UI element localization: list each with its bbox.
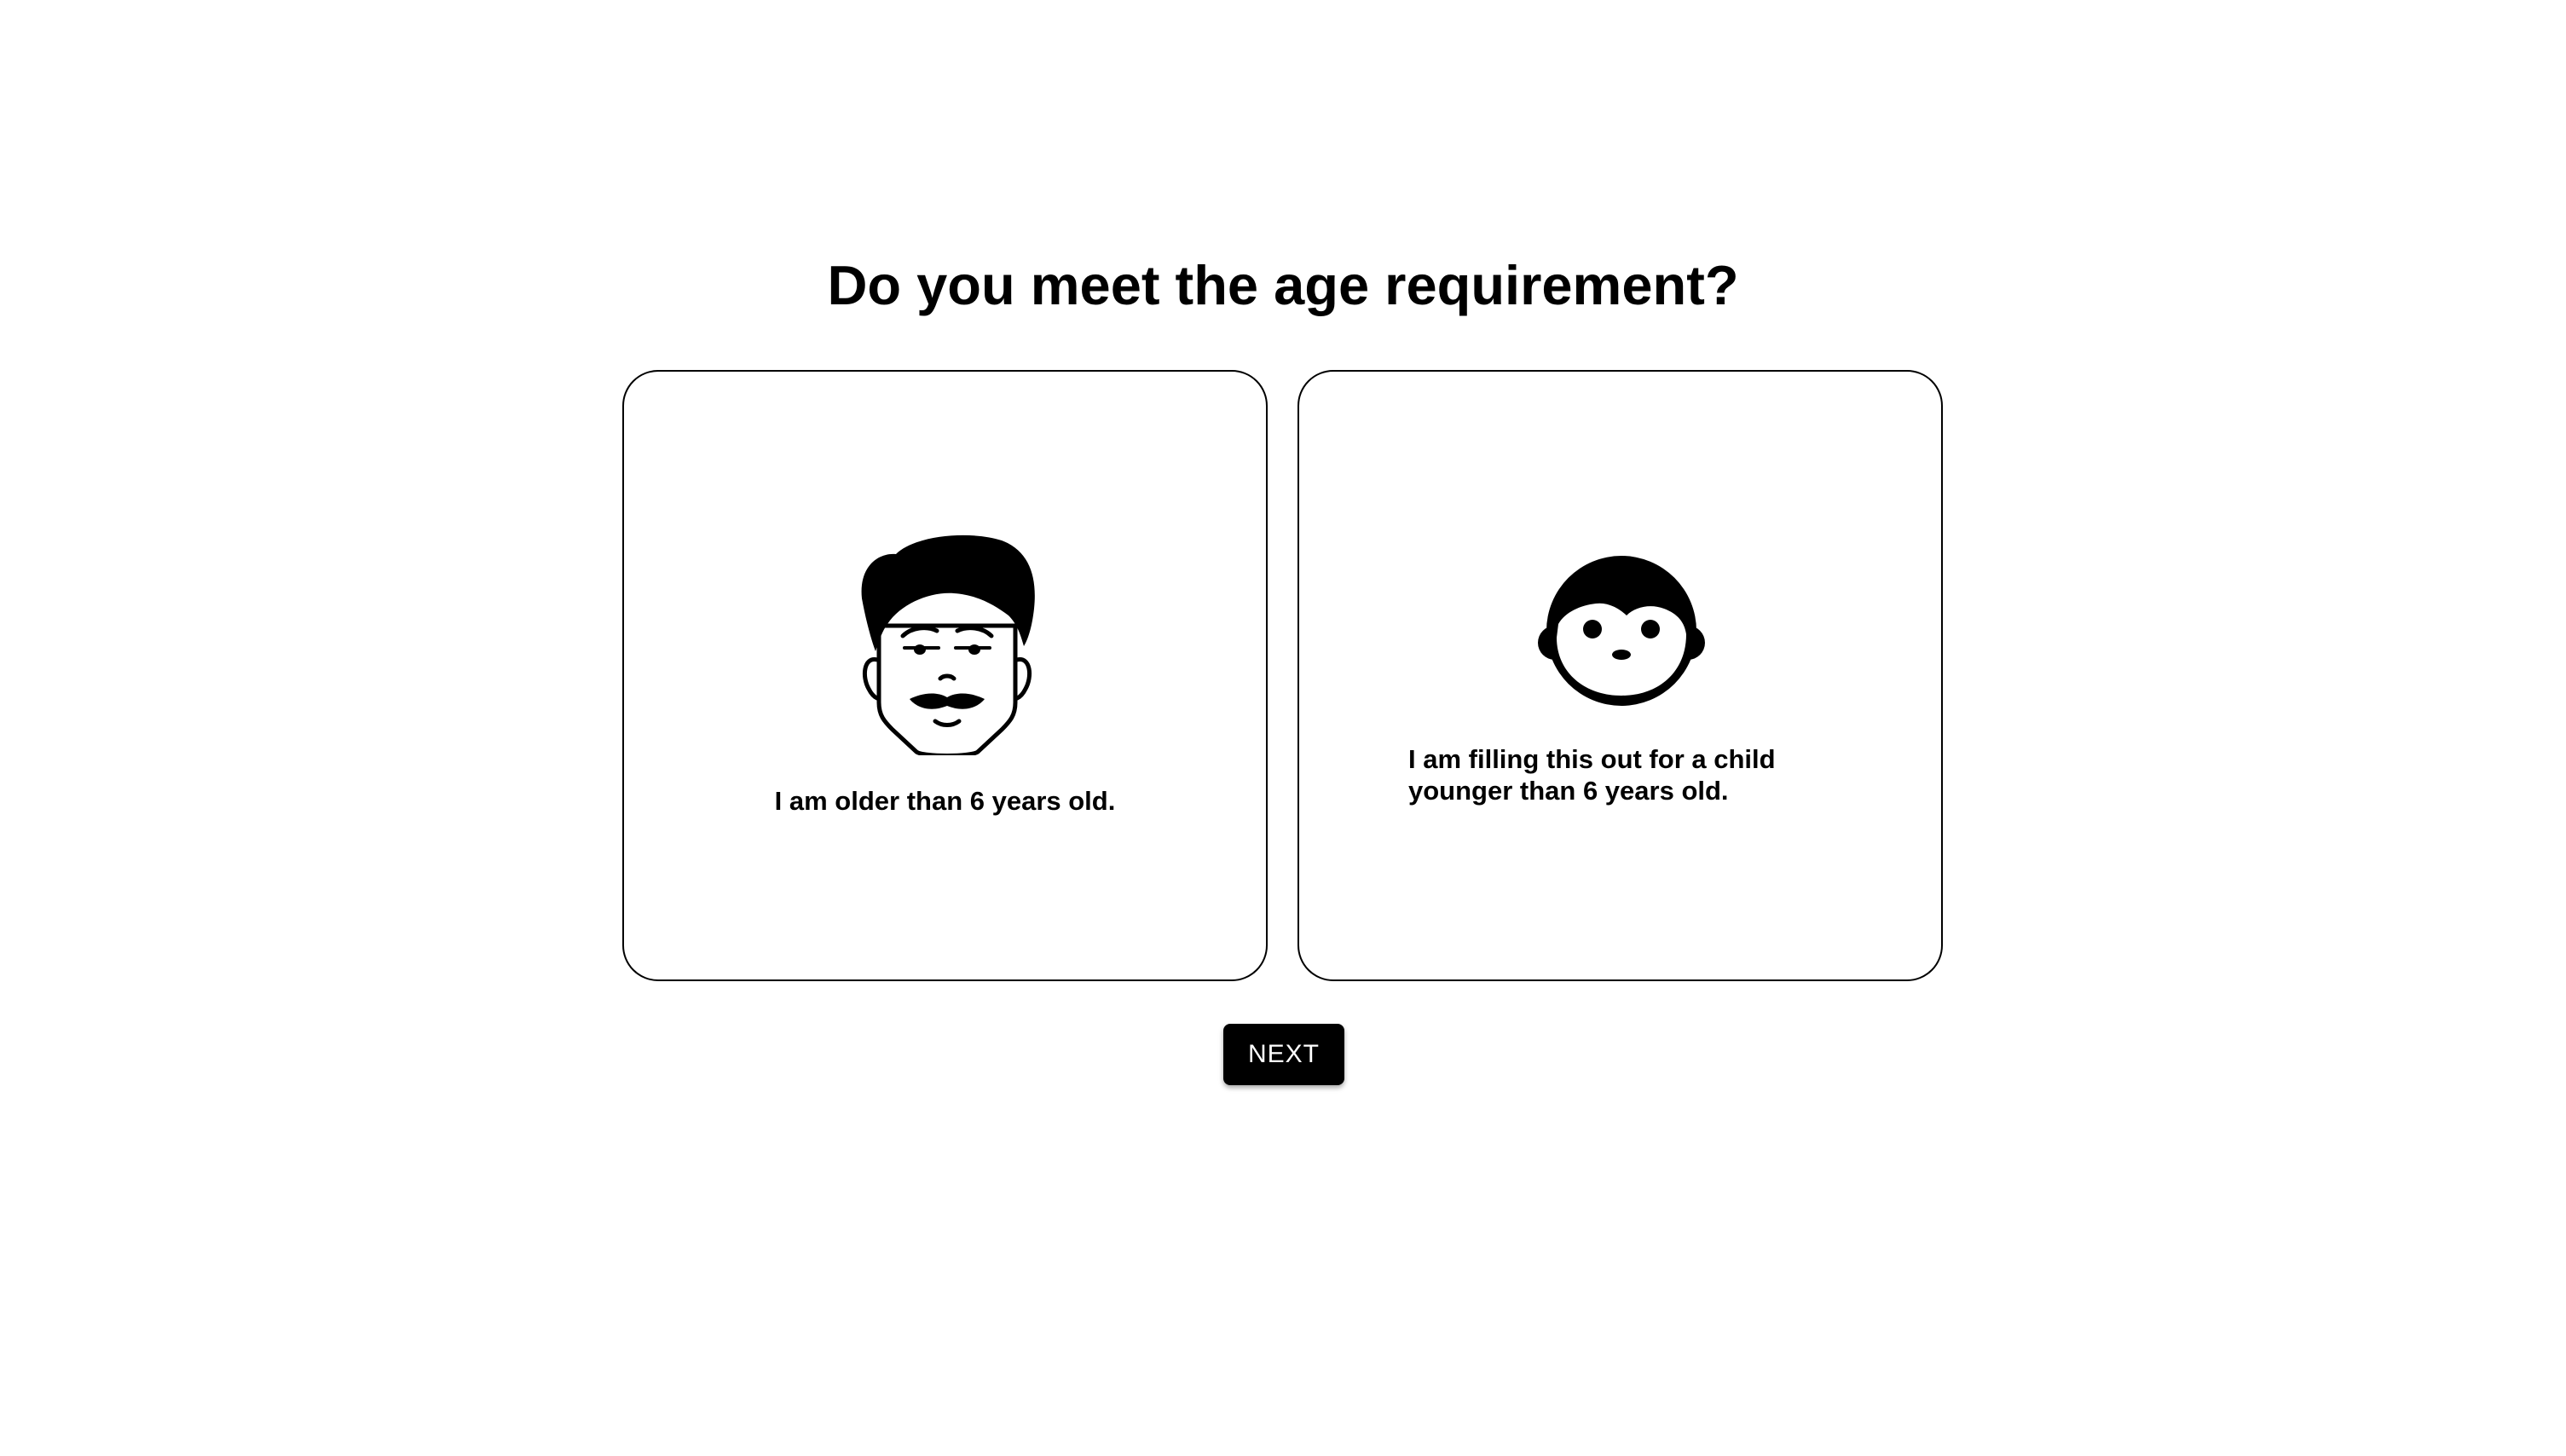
- next-button[interactable]: NEXT: [1223, 1024, 1344, 1085]
- option-label-older: I am older than 6 years old.: [774, 786, 1116, 816]
- option-card-older-than-6[interactable]: I am older than 6 years old.: [622, 370, 1268, 981]
- option-label-younger-line1: I am filling this out for a child: [1408, 744, 1776, 774]
- option-card-younger-than-6[interactable]: I am filling this out for a child younge…: [1297, 370, 1943, 981]
- option-label-younger-line2: younger than 6 years old.: [1408, 776, 1729, 806]
- age-requirement-page: Do you meet the age requirement? I am ol…: [0, 0, 2566, 1456]
- option-label-younger: I am filling this out for a child younge…: [1408, 743, 1886, 806]
- adult-face-icon: [861, 534, 1035, 755]
- page-title: Do you meet the age requirement?: [827, 254, 1739, 316]
- child-face-icon: [1538, 556, 1705, 706]
